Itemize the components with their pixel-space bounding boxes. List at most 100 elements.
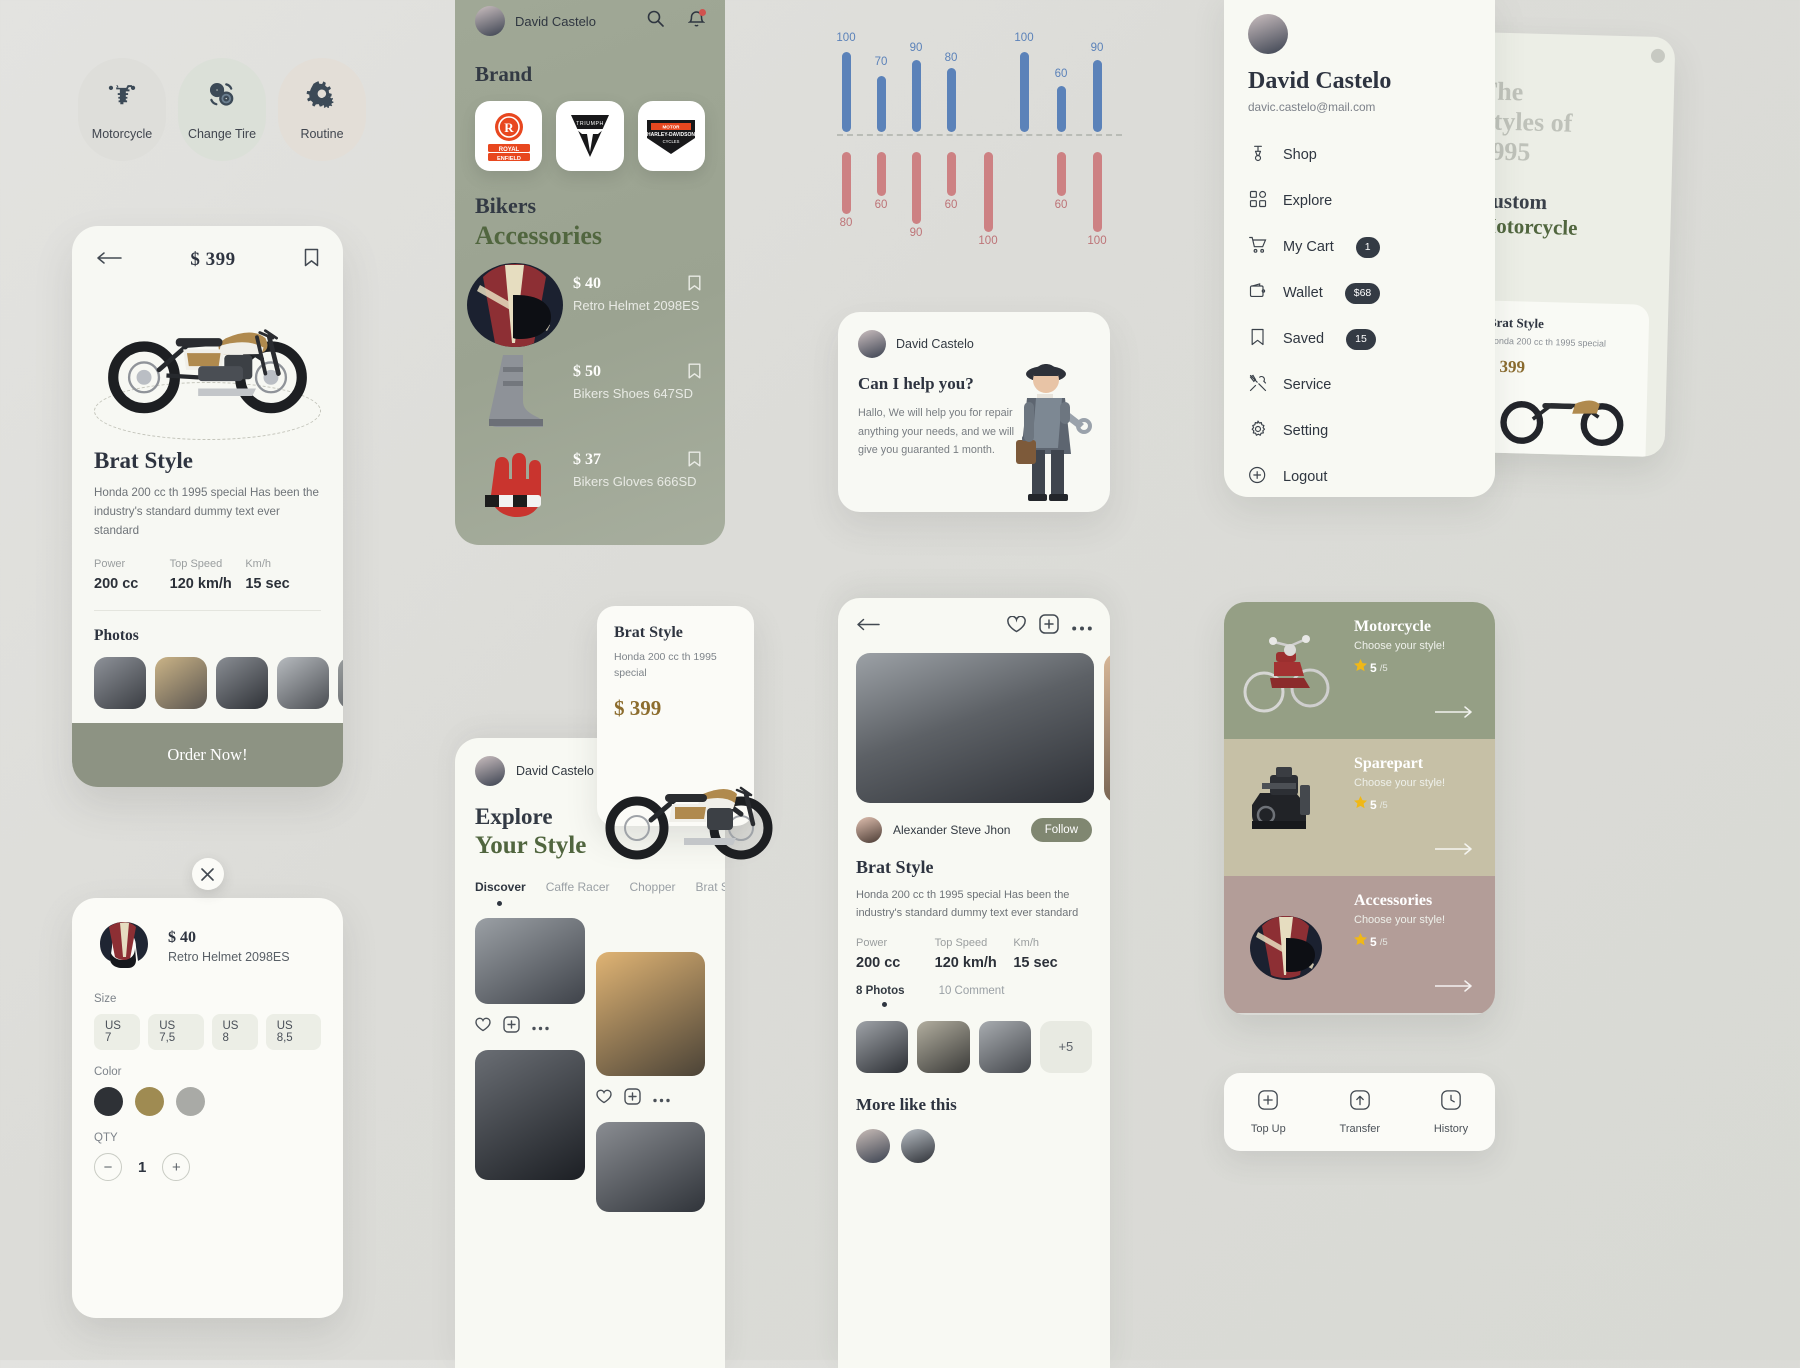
tab-caffe-racer[interactable]: Caffe Racer [546,880,610,894]
sidebar-item-shop[interactable]: Shop [1248,132,1471,178]
star-icon [1354,659,1367,677]
related-avatar[interactable] [901,1128,935,1163]
arrow-left-icon[interactable] [856,617,880,637]
bookmark-icon[interactable] [688,363,701,384]
mini-desc: Honda 200 cc th 1995 special [1487,335,1607,349]
brand-tile-triumph[interactable]: TRIUMPH [556,101,624,171]
plus-icon[interactable] [1039,614,1059,639]
close-icon[interactable] [191,858,224,890]
tools-icon [1248,373,1268,398]
sidebar-item-service[interactable]: Service [1248,362,1471,408]
minus-icon[interactable]: − [94,1153,122,1181]
engine-photo [1230,753,1342,861]
feed-thumbnail[interactable] [978,1020,1031,1073]
explore-photo[interactable] [475,1050,585,1180]
chart-label-upper: 100 [1014,32,1034,44]
action-top-up[interactable]: Top Up [1251,1089,1286,1135]
category-pill-routine[interactable]: Routine [278,58,366,161]
more-icon[interactable] [532,1018,549,1036]
bookmark-icon[interactable] [688,275,701,296]
color-swatch-grey[interactable] [176,1087,205,1116]
rating-value: 5 [1370,661,1377,675]
arrow-left-icon[interactable] [96,250,122,271]
spec-key: Km/h [245,558,272,571]
quantity-stepper: − 1 + [94,1153,321,1181]
sidebar-item-logout[interactable]: Logout [1248,454,1471,500]
avatar[interactable] [475,756,505,786]
category-card-motorcycle[interactable]: Motorcycle Choose your style! 5 /5 [1224,602,1495,739]
rating-denominator: /5 [1379,936,1388,948]
avatar[interactable] [1248,14,1288,54]
feed-hero-images [856,653,1110,803]
order-now-button[interactable]: Order Now! [72,723,343,787]
bookmark-icon[interactable] [688,451,701,472]
heart-icon[interactable] [1007,615,1026,638]
plus-icon[interactable] [503,1016,520,1038]
brand-tile-royal-enfield[interactable]: R ROYAL ENFIELD [475,101,543,171]
feed-thumbnail[interactable] [917,1020,970,1073]
more-icon[interactable] [1072,618,1092,636]
photo-thumbnail[interactable] [155,657,207,710]
photo-thumbnail[interactable] [338,657,343,710]
arrow-right-icon[interactable] [1434,705,1473,723]
brand-tile-harley-davidson[interactable]: MOTOR HARLEY-DAVIDSON CYCLES [637,101,705,171]
explore-photo[interactable] [595,1122,705,1212]
photos-count[interactable]: 8 Photos [856,985,905,997]
more-photos-button[interactable]: +5 [1039,1020,1092,1073]
arrow-right-icon[interactable] [1434,979,1473,997]
tab-discover[interactable]: Discover [475,880,526,894]
sidebar-item-my-cart[interactable]: My Cart 1 [1248,224,1471,270]
spec-key: Km/h [1013,936,1040,949]
sidebar-item-wallet[interactable]: Wallet $68 [1248,270,1471,316]
color-swatch-gold[interactable] [135,1087,164,1116]
action-history[interactable]: History [1434,1089,1468,1135]
search-icon[interactable] [647,10,664,32]
accessory-row-gloves[interactable]: $ 37 Bikers Gloves 666SD [455,435,725,523]
explore-photo[interactable] [595,952,705,1076]
tab-chopper[interactable]: Chopper [630,880,676,894]
arrow-right-icon[interactable] [1434,842,1473,860]
plus-icon[interactable]: + [162,1153,191,1181]
photo-thumbnail[interactable] [277,657,329,710]
accessory-row-helmet[interactable]: $ 40 Retro Helmet 2098ES [455,259,725,347]
feed-thumbnail[interactable] [856,1020,909,1073]
action-transfer[interactable]: Transfer [1340,1089,1380,1135]
bookmark-icon[interactable] [304,248,319,272]
sidebar-item-explore[interactable]: Explore [1248,178,1471,224]
color-swatch-dark[interactable] [94,1087,123,1116]
spec-power: Power 200 cc [94,558,170,592]
photo-thumbnail[interactable] [94,657,146,710]
related-avatar[interactable] [856,1128,890,1163]
category-card-accessories[interactable]: Accessories Choose your style! 5 /5 [1224,876,1495,1013]
sidebar-item-setting[interactable]: Setting [1248,408,1471,454]
sidebar-item-saved[interactable]: Saved 15 [1248,316,1471,362]
category-pill-change-tire[interactable]: Change Tire [178,58,266,161]
size-chip[interactable]: US 8 [211,1014,258,1050]
category-card-sparepart[interactable]: Sparepart Choose your style! 5 /5 [1224,739,1495,876]
avatar[interactable] [856,817,882,843]
svg-text:CYCLES: CYCLES [663,139,680,144]
feed-hero-side[interactable] [1104,653,1110,803]
category-pill-motorcycle[interactable]: Motorcycle [78,58,166,161]
heart-icon[interactable] [595,1089,612,1109]
more-icon[interactable] [652,1090,670,1108]
plus-icon[interactable] [623,1088,641,1110]
bell-icon[interactable] [687,8,706,33]
size-chip[interactable]: US 8,5 [265,1014,321,1050]
size-chip[interactable]: US 7,5 [148,1014,204,1050]
spec-kmh: Km/h 15 sec [1013,937,1092,971]
chart-bar-lower [1057,152,1066,196]
follow-button[interactable]: Follow [1030,818,1092,842]
size-chip[interactable]: US 7 [94,1014,141,1050]
tab-indicator-dot [497,901,502,906]
tab-brat-style[interactable]: Brat S [696,880,725,894]
helmet-image [94,918,154,975]
back-card-mini-product: Brat Style Honda 200 cc th 1995 special … [1469,300,1650,458]
feed-hero-main[interactable] [856,653,1094,803]
heart-icon[interactable] [475,1017,491,1037]
explore-photo[interactable] [475,918,585,1004]
comment-count[interactable]: 10 Comment [939,985,1005,997]
avatar[interactable] [475,6,505,36]
photo-thumbnail[interactable] [216,657,268,710]
accessory-row-shoes[interactable]: $ 50 Bikers Shoes 647SD [455,347,725,435]
